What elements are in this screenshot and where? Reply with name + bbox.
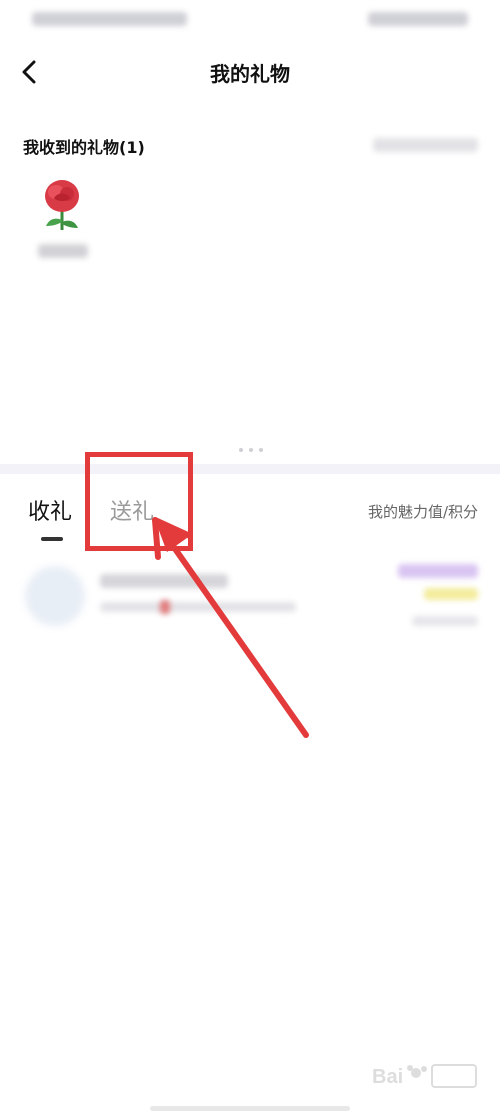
baidu-jingyan-watermark-logo: Bai <box>372 1064 477 1088</box>
gift-item[interactable] <box>28 176 98 266</box>
svg-text:Bai: Bai <box>372 1066 403 1088</box>
status-bar-left-blur <box>32 12 187 26</box>
gift-name-placeholder <box>38 244 88 258</box>
tab-send[interactable]: 送礼 <box>110 494 154 526</box>
status-bar-right-blur <box>368 12 468 26</box>
navigation-bar: 我的礼物 <box>0 40 500 104</box>
active-tab-indicator <box>41 537 63 541</box>
page-title: 我的礼物 <box>210 62 290 86</box>
gift-tabs: 收礼 送礼 我的魅力值/积分 <box>0 480 500 550</box>
charm-points-link[interactable]: 我的魅力值/积分 <box>368 501 478 522</box>
received-gifts-header: 我收到的礼物(1) <box>23 138 145 157</box>
pager-dots <box>239 448 263 452</box>
gift-name-blur <box>38 244 88 258</box>
avatar <box>25 566 85 626</box>
record-badge-purple <box>398 564 478 578</box>
tab-receive[interactable]: 收礼 <box>28 494 72 526</box>
status-bar <box>0 0 500 36</box>
rose-gift-icon <box>45 180 79 230</box>
section-divider <box>0 464 500 474</box>
record-time-blur <box>412 616 478 626</box>
record-badge-yellow <box>424 588 478 600</box>
view-all-link[interactable] <box>373 138 478 152</box>
record-title-blur <box>100 574 228 588</box>
home-indicator <box>150 1106 350 1111</box>
record-subtitle-blur <box>100 602 296 612</box>
received-gifts-section: 我收到的礼物(1) <box>0 120 500 460</box>
record-gift-dot <box>160 600 170 614</box>
view-all-blur <box>373 138 478 152</box>
gift-record-row[interactable] <box>0 560 500 640</box>
